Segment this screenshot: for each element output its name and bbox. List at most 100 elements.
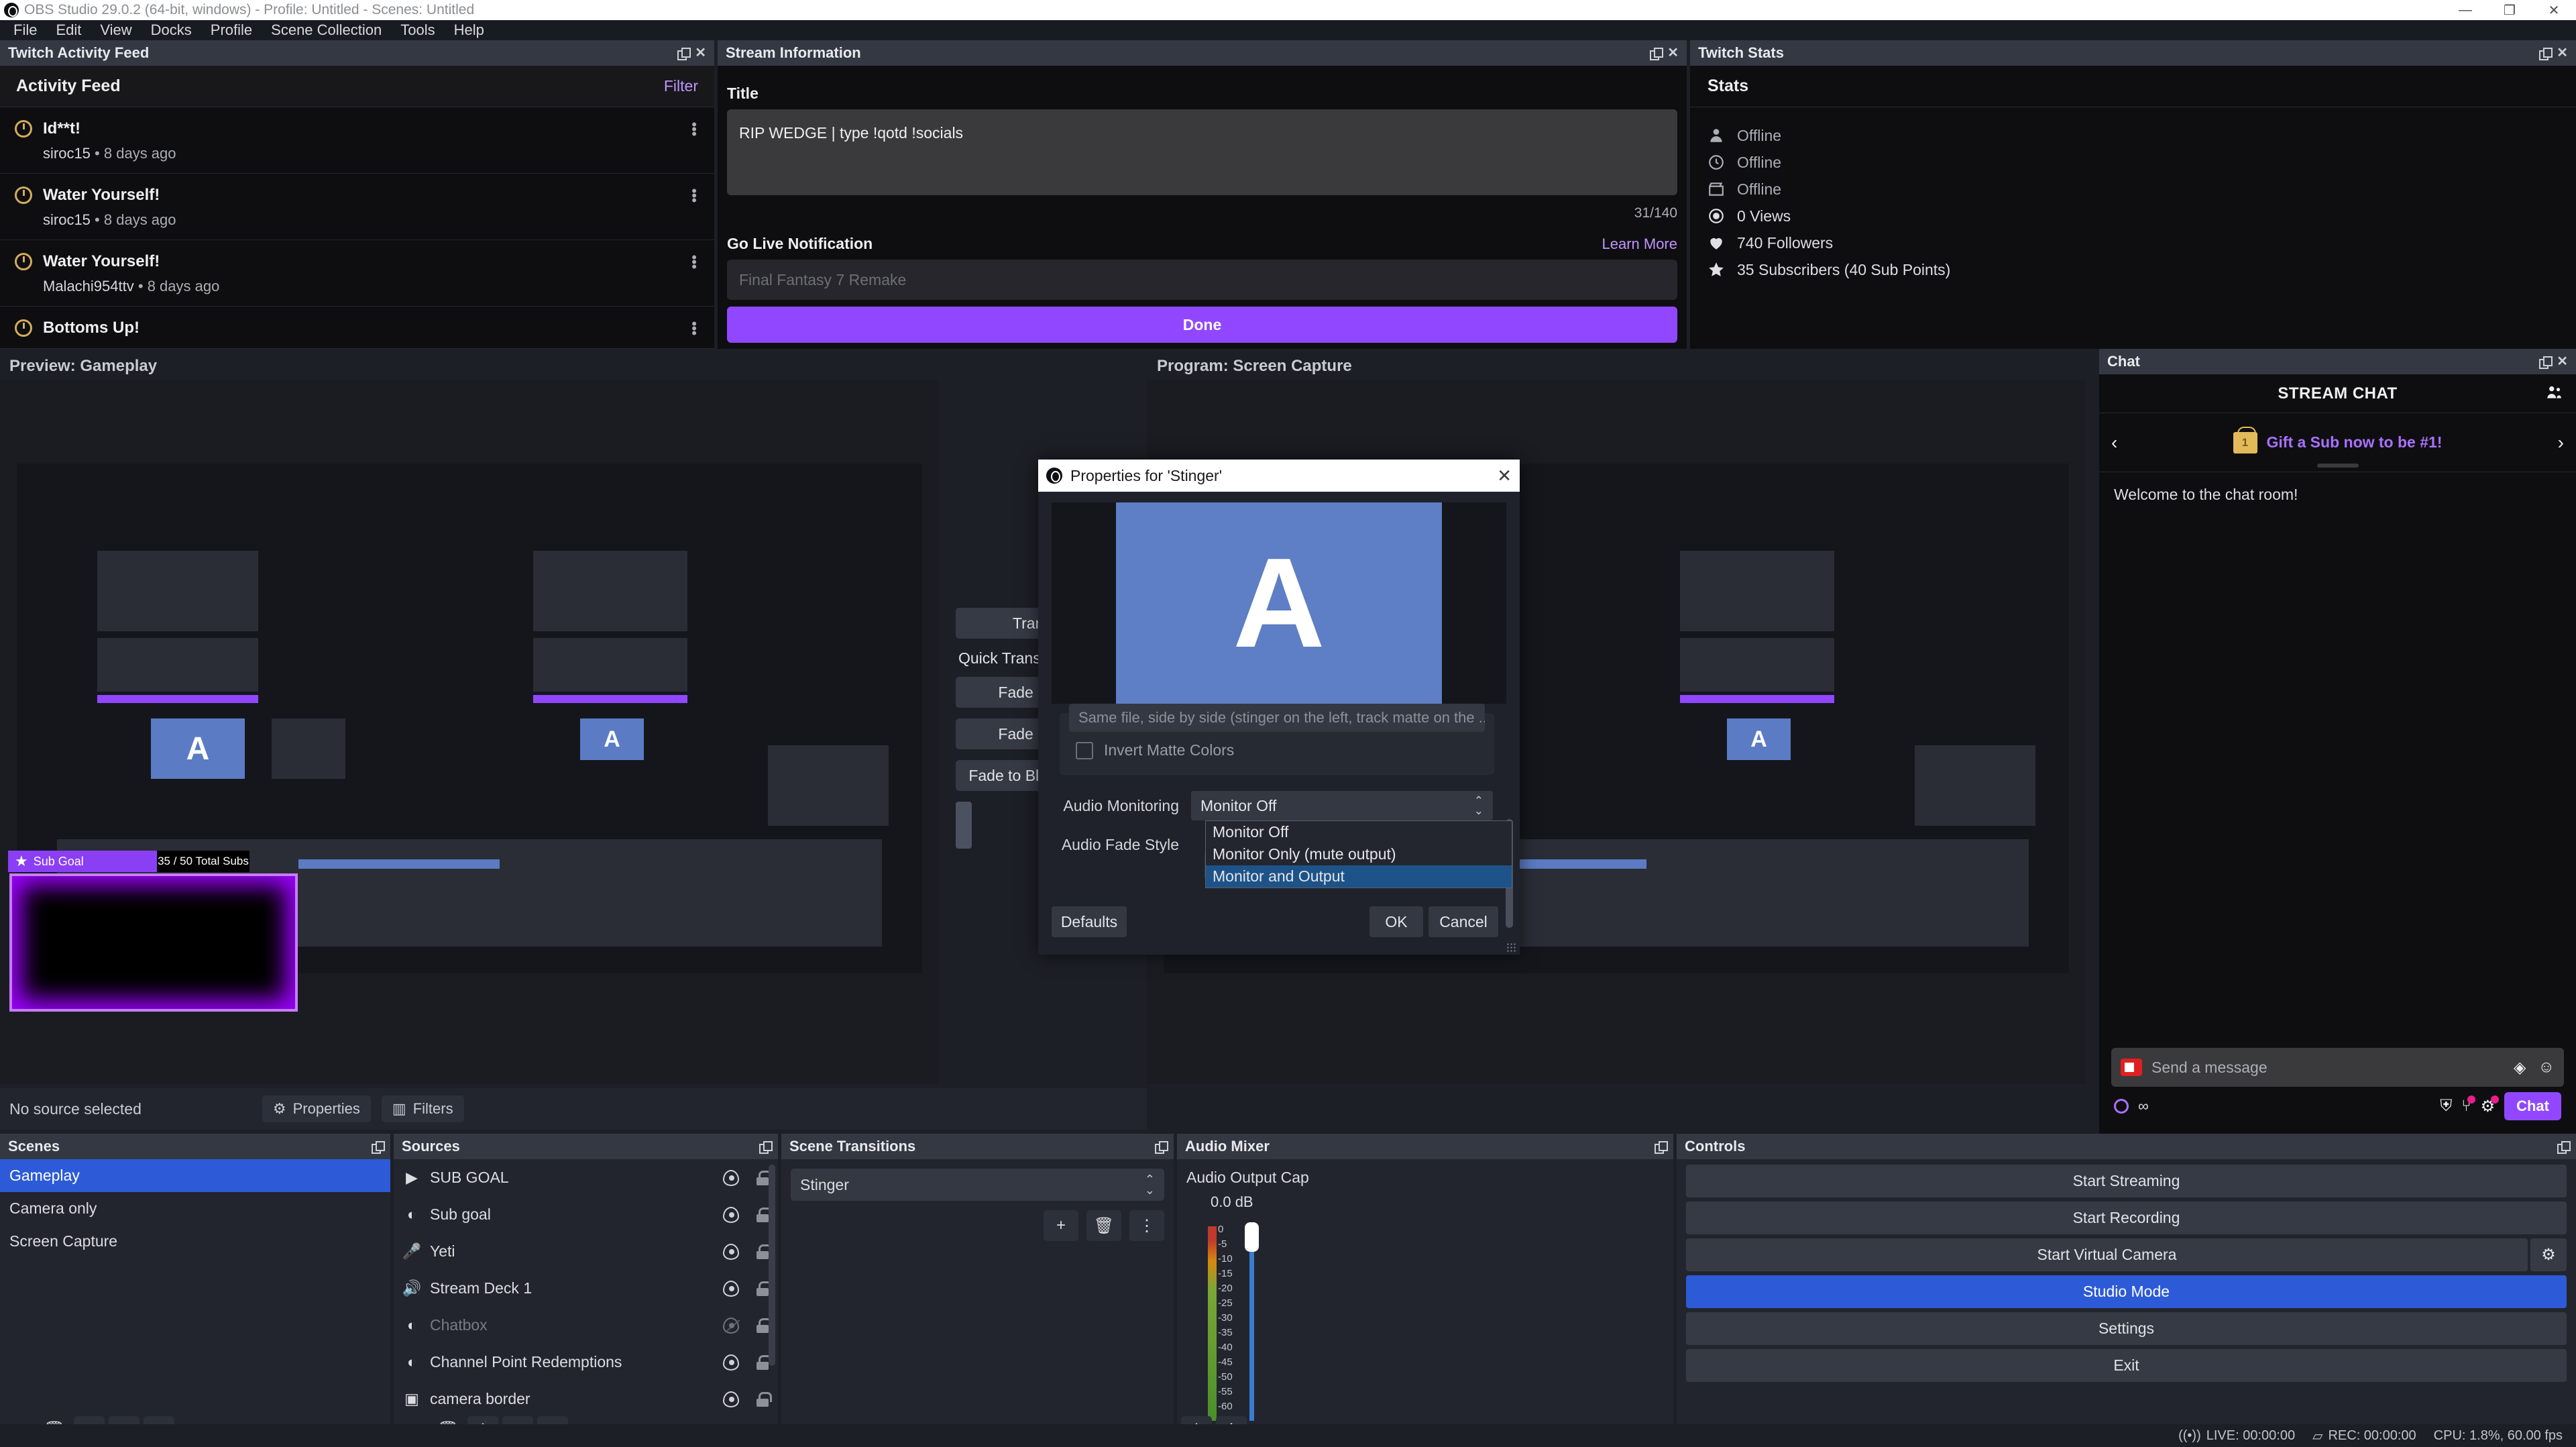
float-icon[interactable] [1155,1141,1168,1154]
start-streaming-button[interactable]: Start Streaming [1686,1165,2567,1197]
source-item[interactable]: ◐ Sub goal [394,1196,778,1233]
float-icon[interactable] [372,1141,385,1154]
shield-icon[interactable]: ⛨ [2440,1097,2452,1116]
float-icon[interactable] [2539,356,2553,369]
feed-item-menu-icon[interactable]: • • • [691,184,697,208]
menu-item-view[interactable]: View [91,20,141,40]
visibility-eye-icon[interactable] [723,1206,739,1223]
lock-icon[interactable] [757,1318,772,1333]
transition-select[interactable]: Stinger ⌃ ⌄ [791,1169,1164,1201]
audio-monitoring-select[interactable]: Monitor Off ⌃ ⌄ [1191,791,1493,820]
video-camera-icon[interactable] [2121,1059,2142,1076]
feed-item-menu-icon[interactable]: • • • [691,317,697,341]
filters-button[interactable]: ▥ Filters [381,1095,464,1122]
stream-title-input[interactable] [727,109,1677,195]
menu-item-scene-collection[interactable]: Scene Collection [262,20,391,40]
invert-matte-colors-checkbox[interactable]: Invert Matte Colors [1076,741,1234,759]
lock-icon[interactable] [757,1170,772,1185]
done-button[interactable]: Done [727,307,1677,343]
preview-canvas[interactable]: A A ★ Sub Goal 35 / 50 Total Subs [0,380,939,1084]
chat-promo-banner[interactable]: ‹ 1 Gift a Sub now to be #1! › [2099,413,2576,472]
visibility-eye-icon[interactable] [723,1243,739,1260]
float-icon[interactable] [759,1141,773,1154]
checkbox-box[interactable] [1076,741,1093,759]
float-icon[interactable] [1655,1141,1668,1154]
float-icon[interactable] [2539,48,2553,60]
chevron-right-icon[interactable]: › [2558,432,2564,453]
menu-item-edit[interactable]: Edit [46,20,91,40]
feed-item[interactable]: Id**t! siroc15 • 8 days ago • • • [0,107,714,174]
group-icon[interactable]: ▶ [403,1169,421,1187]
visibility-eye-icon[interactable] [723,1169,739,1186]
exit-button[interactable]: Exit [1686,1349,2567,1382]
scene-item-camera-only[interactable]: Camera only [0,1192,390,1225]
resize-grip-icon[interactable] [1506,943,1516,952]
start-virtual-camera-button[interactable]: Start Virtual Camera [1686,1238,2528,1271]
selected-source-frame[interactable] [9,873,298,1012]
feed-item[interactable]: Water Yourself! Malachi954ttv • 8 days a… [0,240,714,307]
studio-mode-button[interactable]: Studio Mode [1686,1275,2567,1308]
visibility-eye-icon[interactable] [723,1280,739,1297]
go-live-notification-input[interactable]: Final Fantasy 7 Remake [727,260,1677,300]
close-icon[interactable]: ✕ [2557,355,2568,368]
scene-item-gameplay[interactable]: Gameplay [0,1159,390,1192]
visibility-eye-off-icon[interactable] [723,1317,739,1334]
volume-fader-track[interactable] [1249,1226,1254,1421]
source-item[interactable]: ◐ Chatbox [394,1307,778,1344]
start-recording-button[interactable]: Start Recording [1686,1201,2567,1234]
lock-icon[interactable] [757,1281,772,1296]
sources-scrollbar[interactable] [769,1165,775,1366]
lock-icon[interactable] [757,1244,772,1259]
menu-item-profile[interactable]: Profile [201,20,262,40]
close-icon[interactable]: ✕ [695,46,706,60]
close-icon[interactable]: ✕ [2557,46,2568,60]
lock-icon[interactable] [757,1354,772,1370]
float-icon[interactable] [677,48,691,60]
track-matte-layout-select[interactable]: Same file, side by side (stinger on the … [1069,704,1485,732]
feed-item-menu-icon[interactable]: • • • [691,117,697,142]
source-item[interactable]: ◐ Channel Point Redemptions [394,1344,778,1381]
cancel-button[interactable]: Cancel [1429,906,1498,937]
window-controls[interactable]: — ❐ ✕ [2443,0,2576,20]
broom-icon[interactable]: ⑂ [2461,1095,2475,1116]
visibility-eye-icon[interactable] [723,1391,739,1407]
audio-monitoring-dropdown[interactable]: Monitor Off Monitor Only (mute output) M… [1205,820,1512,888]
close-button[interactable]: ✕ [2532,0,2576,20]
menu-item-docks[interactable]: Docks [142,20,201,40]
visibility-eye-icon[interactable] [723,1354,739,1371]
dialog-close-button[interactable]: ✕ [1497,466,1512,486]
minimize-button[interactable]: — [2443,0,2487,20]
add-transition-button[interactable]: + [1044,1210,1078,1241]
lock-icon[interactable] [757,1391,772,1407]
chevron-left-icon[interactable]: ‹ [2111,432,2117,453]
lock-icon[interactable] [757,1207,772,1222]
dropdown-option-monitor-off[interactable]: Monitor Off [1206,821,1512,843]
scene-item-screen-capture[interactable]: Screen Capture [0,1225,390,1258]
gear-icon[interactable]: ⚙ [2481,1095,2500,1116]
volume-fader-knob[interactable] [1245,1222,1259,1252]
menu-item-help[interactable]: Help [445,20,494,40]
dropdown-option-monitor-and-output[interactable]: Monitor and Output [1206,865,1512,888]
defaults-button[interactable]: Defaults [1052,906,1127,937]
menu-item-file[interactable]: File [4,20,46,40]
properties-button[interactable]: ⚙ Properties [262,1095,371,1122]
filter-link[interactable]: Filter [664,77,698,95]
menu-item-tools[interactable]: Tools [391,20,444,40]
float-icon[interactable] [2557,1141,2571,1154]
transition-properties-button[interactable]: ⋮ [1129,1210,1164,1241]
source-item[interactable]: 🎤 Yeti [394,1233,778,1270]
learn-more-link[interactable]: Learn More [1602,235,1677,253]
maximize-button[interactable]: ❐ [2487,0,2532,20]
bits-icon[interactable]: ◈ [2514,1058,2526,1077]
chat-input-row[interactable]: Send a message ◈ ☺ [2111,1048,2564,1087]
feed-item[interactable]: Bottoms Up! • • • [0,307,714,349]
remove-transition-button[interactable]: 🗑 [1086,1210,1121,1241]
t-bar-slider[interactable] [956,802,972,849]
source-item[interactable]: ▶ SUB GOAL [394,1159,778,1196]
emote-icon[interactable]: ☺ [2538,1058,2555,1077]
community-icon[interactable] [2545,384,2563,406]
chat-message-input[interactable]: Send a message [2151,1059,2267,1077]
dropdown-option-monitor-only[interactable]: Monitor Only (mute output) [1206,843,1512,865]
source-item[interactable]: 🔊 Stream Deck 1 [394,1270,778,1307]
feed-item[interactable]: Water Yourself! siroc15 • 8 days ago • • • [0,174,714,240]
